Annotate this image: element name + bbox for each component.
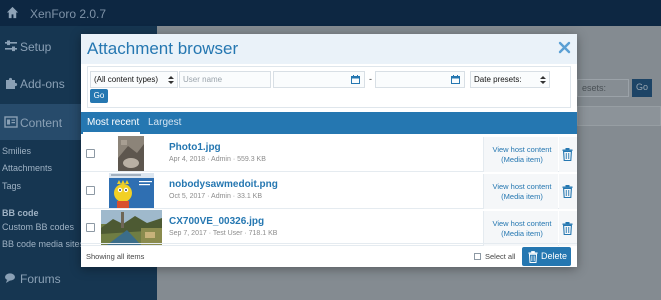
select-caret-icon	[540, 76, 546, 84]
calendar-icon[interactable]	[451, 75, 460, 84]
modal-footer: Showing all items Select all Delete	[81, 243, 577, 267]
delete-cell	[559, 137, 577, 172]
host-link-label: View host content	[492, 182, 552, 191]
tab-bar: Most recent Largest	[81, 112, 577, 134]
sidebar-item-tags[interactable]: Tags	[2, 181, 21, 191]
sliders-icon	[5, 40, 17, 52]
cartoon-thumbnail-image	[101, 173, 162, 208]
close-icon[interactable]	[558, 41, 571, 54]
background-toolbar	[577, 106, 661, 126]
host-type-label: (Media item)	[501, 229, 543, 238]
content-icon	[4, 116, 18, 128]
start-date-input[interactable]	[273, 71, 365, 88]
comments-icon	[5, 273, 15, 283]
host-link-label: View host content	[492, 219, 552, 228]
host-content-cell: View host content (Media item)	[483, 137, 558, 172]
attachment-meta: Oct 5, 2017 · Admin · 33.1 KB	[169, 193, 262, 200]
view-host-content-link[interactable]: View host content (Media item)	[487, 145, 557, 165]
host-content-cell: View host content (Media item)	[483, 211, 558, 246]
sidebar-item-smilies[interactable]: Smilies	[2, 146, 31, 156]
attachment-row: CX700VE_00326.jpg Sep 7, 2017 · Test Use…	[81, 209, 577, 246]
row-select-checkbox[interactable]	[86, 149, 95, 158]
sidebar-label: Setup	[20, 40, 52, 54]
puzzle-icon	[6, 77, 18, 89]
select-caret-icon	[168, 76, 174, 84]
user-name-input[interactable]: User name	[179, 71, 271, 88]
tab-most-recent[interactable]: Most recent	[87, 117, 139, 128]
delete-cell	[559, 211, 577, 246]
date-presets-select[interactable]: Date presets:	[470, 71, 550, 88]
sidebar-item-custom-bb-codes[interactable]: Custom BB codes	[2, 222, 74, 232]
date-presets-value: Date presets:	[474, 75, 522, 84]
sidebar-label: Add-ons	[20, 77, 65, 91]
content-type-value: (All content types)	[94, 75, 159, 84]
modal-title: Attachment browser	[87, 39, 239, 58]
attachment-name-link[interactable]: Photo1.jpg	[169, 142, 221, 153]
home-icon[interactable]	[6, 6, 19, 19]
view-host-content-link[interactable]: View host content (Media item)	[487, 219, 557, 239]
attachment-name-link[interactable]: CX700VE_00326.jpg	[169, 216, 264, 227]
sidebar-label: Content	[20, 116, 63, 130]
delete-cell	[559, 174, 577, 209]
content-type-select[interactable]: (All content types)	[90, 71, 178, 88]
row-select-checkbox[interactable]	[86, 186, 95, 195]
attachment-thumbnail[interactable]	[101, 136, 162, 171]
calendar-icon[interactable]	[351, 75, 360, 84]
select-all-label[interactable]: Select all	[485, 252, 515, 261]
app-title[interactable]: XenForo 2.0.7	[30, 7, 106, 21]
showing-all-items-text: Showing all items	[86, 252, 145, 261]
attachment-thumbnail[interactable]	[101, 210, 162, 245]
attachment-meta: Apr 4, 2018 · Admin · 559.3 KB	[169, 156, 266, 163]
sidebar-item-attachments[interactable]: Attachments	[2, 163, 52, 173]
delete-button[interactable]: Delete	[522, 247, 571, 266]
modal-header: Attachment browser	[81, 34, 577, 64]
top-bar: XenForo 2.0.7	[0, 0, 661, 26]
attachment-row: nobodysawmedoit.png Oct 5, 2017 · Admin …	[81, 172, 577, 209]
attachment-meta: Sep 7, 2017 · Test User · 718.1 KB	[169, 230, 278, 237]
sidebar-label: Forums	[20, 272, 61, 286]
date-range-separator: -	[369, 74, 372, 84]
sidebar-heading-bb-code[interactable]: BB code	[2, 208, 39, 218]
view-host-content-link[interactable]: View host content (Media item)	[487, 182, 557, 202]
attachment-thumbnail[interactable]	[101, 173, 162, 208]
trash-icon[interactable]	[562, 222, 573, 235]
host-type-label: (Media item)	[501, 192, 543, 201]
delete-button-label: Delete	[541, 251, 568, 261]
host-type-label: (Media item)	[501, 155, 543, 164]
active-tab-indicator	[83, 132, 140, 134]
attachment-row: Photo1.jpg Apr 4, 2018 · Admin · 559.3 K…	[81, 135, 577, 172]
trash-icon	[528, 251, 538, 263]
trash-icon[interactable]	[562, 185, 573, 198]
photo-thumbnail-image	[101, 136, 162, 171]
select-all-checkbox[interactable]	[474, 253, 481, 260]
host-link-label: View host content	[492, 145, 552, 154]
attachment-browser-modal: Attachment browser (All content types) U…	[81, 34, 577, 267]
row-select-checkbox[interactable]	[86, 223, 95, 232]
host-content-cell: View host content (Media item)	[483, 174, 558, 209]
trash-icon[interactable]	[562, 148, 573, 161]
background-date-presets-select: esets:	[577, 79, 629, 97]
sidebar-item-bb-code-media-sites[interactable]: BB code media sites	[2, 239, 84, 249]
end-date-input[interactable]	[375, 71, 465, 88]
attachment-name-link[interactable]: nobodysawmedoit.png	[169, 179, 278, 190]
tab-largest[interactable]: Largest	[148, 117, 181, 128]
filter-go-button[interactable]: Go	[90, 89, 108, 103]
filter-bar: (All content types) User name - Date pre…	[87, 66, 571, 108]
background-go-button: Go	[632, 79, 652, 97]
landscape-thumbnail-image	[101, 210, 162, 245]
